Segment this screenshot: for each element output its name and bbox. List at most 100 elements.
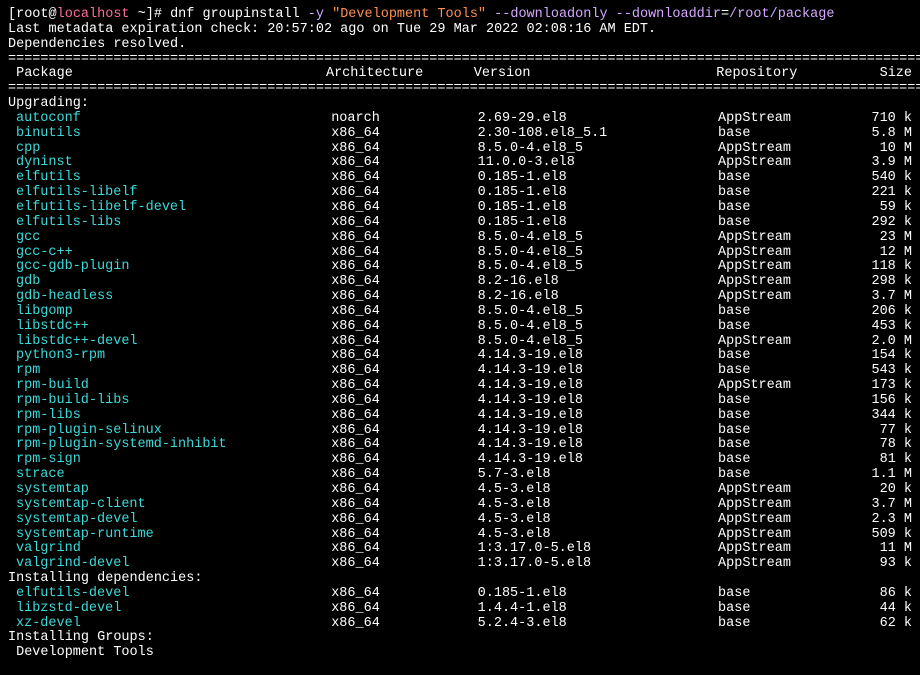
pkg-arch-cell: x86_64 bbox=[331, 171, 477, 186]
package-row: rpm-signx86_644.14.3-19.el8base81 k bbox=[8, 453, 912, 468]
package-row: gdbx86_648.2-16.el8AppStream298 k bbox=[8, 275, 912, 290]
package-row: valgrind-develx86_641:3.17.0-5.el8AppStr… bbox=[8, 557, 912, 572]
pkg-repo-cell: AppStream bbox=[718, 231, 856, 246]
pkg-version-cell: 4.14.3-19.el8 bbox=[478, 349, 718, 364]
pkg-name-cell: rpm-plugin-selinux bbox=[8, 424, 331, 439]
pkg-arch-cell: x86_64 bbox=[331, 305, 477, 320]
pkg-name-cell: elfutils-devel bbox=[8, 587, 331, 602]
prompt-user: root@ bbox=[16, 7, 57, 22]
package-row: rpmx86_644.14.3-19.el8base543 k bbox=[8, 364, 912, 379]
pkg-version-cell: 8.5.0-4.el8_5 bbox=[478, 305, 718, 320]
pkg-arch-cell: x86_64 bbox=[331, 290, 477, 305]
pkg-size-cell: 78 k bbox=[856, 438, 912, 453]
pkg-arch-cell: x86_64 bbox=[331, 335, 477, 350]
package-row: systemtap-develx86_644.5-3.el8AppStream2… bbox=[8, 513, 912, 528]
package-row: libzstd-develx86_641.4.4-1.el8base44 k bbox=[8, 602, 912, 617]
pkg-version-cell: 4.14.3-19.el8 bbox=[478, 379, 718, 394]
package-row: gdb-headlessx86_648.2-16.el8AppStream3.7… bbox=[8, 290, 912, 305]
pkg-name-cell: rpm-build bbox=[8, 379, 331, 394]
pkg-name-cell: elfutils-libelf-devel bbox=[8, 201, 331, 216]
pkg-repo-cell: base bbox=[718, 201, 856, 216]
pkg-repo-cell: base bbox=[718, 617, 856, 632]
pkg-arch-cell: x86_64 bbox=[331, 528, 477, 543]
pkg-size-cell: 77 k bbox=[856, 424, 912, 439]
command-arg: "Development Tools" bbox=[332, 7, 494, 22]
pkg-version-cell: 8.5.0-4.el8_5 bbox=[478, 320, 718, 335]
pkg-arch-cell: x86_64 bbox=[331, 483, 477, 498]
pkg-name-cell: gcc-gdb-plugin bbox=[8, 260, 331, 275]
pkg-version-cell: 8.2-16.el8 bbox=[478, 290, 718, 305]
pkg-size-cell: 2.0 M bbox=[856, 335, 912, 350]
package-row: libgompx86_648.5.0-4.el8_5base206 k bbox=[8, 305, 912, 320]
pkg-size-cell: 3.7 M bbox=[856, 290, 912, 305]
pkg-repo-cell: base bbox=[718, 127, 856, 142]
command-opt-downloaddir: --downloaddir bbox=[616, 7, 721, 22]
pkg-repo-cell: AppStream bbox=[718, 557, 856, 572]
pkg-repo-cell: AppStream bbox=[718, 513, 856, 528]
prompt-path: ~ bbox=[130, 7, 146, 22]
pkg-arch-cell: noarch bbox=[331, 112, 477, 127]
group-dev-tools: Development Tools bbox=[8, 646, 912, 661]
pkg-arch-cell: x86_64 bbox=[331, 216, 477, 231]
pkg-arch-cell: x86_64 bbox=[331, 617, 477, 632]
pkg-arch-cell: x86_64 bbox=[331, 156, 477, 171]
pkg-name-cell: gcc bbox=[8, 231, 331, 246]
pkg-name-cell: gdb-headless bbox=[8, 290, 331, 305]
command-opt-y: -y bbox=[308, 7, 332, 22]
pkg-arch-cell: x86_64 bbox=[331, 438, 477, 453]
pkg-repo-cell: base bbox=[718, 364, 856, 379]
pkg-repo-cell: base bbox=[718, 216, 856, 231]
package-row: systemtap-runtimex86_644.5-3.el8AppStrea… bbox=[8, 528, 912, 543]
pkg-size-cell: 86 k bbox=[856, 587, 912, 602]
pkg-arch-cell: x86_64 bbox=[331, 186, 477, 201]
header-package: Package bbox=[8, 67, 326, 82]
pkg-repo-cell: AppStream bbox=[718, 483, 856, 498]
pkg-version-cell: 5.2.4-3.el8 bbox=[478, 617, 718, 632]
pkg-arch-cell: x86_64 bbox=[331, 364, 477, 379]
header-size: Size bbox=[856, 67, 912, 82]
package-row: elfutilsx86_640.185-1.el8base540 k bbox=[8, 171, 912, 186]
package-row: binutilsx86_642.30-108.el8_5.1base5.8 M bbox=[8, 127, 912, 142]
pkg-version-cell: 2.69-29.el8 bbox=[478, 112, 718, 127]
pkg-repo-cell: base bbox=[718, 320, 856, 335]
package-row: cppx86_648.5.0-4.el8_5AppStream10 M bbox=[8, 142, 912, 157]
pkg-size-cell: 710 k bbox=[856, 112, 912, 127]
pkg-name-cell: cpp bbox=[8, 142, 331, 157]
pkg-version-cell: 1.4.4-1.el8 bbox=[478, 602, 718, 617]
pkg-size-cell: 81 k bbox=[856, 453, 912, 468]
pkg-arch-cell: x86_64 bbox=[331, 498, 477, 513]
pkg-repo-cell: base bbox=[718, 305, 856, 320]
pkg-name-cell: valgrind-devel bbox=[8, 557, 331, 572]
command-name: dnf groupinstall bbox=[170, 7, 308, 22]
pkg-size-cell: 23 M bbox=[856, 231, 912, 246]
pkg-version-cell: 0.185-1.el8 bbox=[478, 216, 718, 231]
pkg-version-cell: 8.5.0-4.el8_5 bbox=[478, 231, 718, 246]
pkg-size-cell: 453 k bbox=[856, 320, 912, 335]
pkg-version-cell: 0.185-1.el8 bbox=[478, 186, 718, 201]
pkg-size-cell: 10 M bbox=[856, 142, 912, 157]
command-opt-downloadonly: --downloadonly bbox=[494, 7, 616, 22]
pkg-size-cell: 156 k bbox=[856, 394, 912, 409]
pkg-version-cell: 0.185-1.el8 bbox=[478, 171, 718, 186]
pkg-version-cell: 1:3.17.0-5.el8 bbox=[478, 542, 718, 557]
package-row: rpm-buildx86_644.14.3-19.el8AppStream173… bbox=[8, 379, 912, 394]
package-row: python3-rpmx86_644.14.3-19.el8base154 k bbox=[8, 349, 912, 364]
pkg-arch-cell: x86_64 bbox=[331, 468, 477, 483]
terminal-output: [root@localhost ~]# dnf groupinstall -y … bbox=[8, 8, 912, 661]
pkg-arch-cell: x86_64 bbox=[331, 513, 477, 528]
pkg-name-cell: systemtap bbox=[8, 483, 331, 498]
pkg-version-cell: 4.5-3.el8 bbox=[478, 528, 718, 543]
divider-bottom: ========================================… bbox=[8, 82, 912, 97]
section-installing-deps: Installing dependencies: bbox=[8, 572, 912, 587]
pkg-arch-cell: x86_64 bbox=[331, 201, 477, 216]
pkg-size-cell: 62 k bbox=[856, 617, 912, 632]
pkg-name-cell: dyninst bbox=[8, 156, 331, 171]
package-row: gcc-c++x86_648.5.0-4.el8_5AppStream12 M bbox=[8, 246, 912, 261]
pkg-version-cell: 11.0.0-3.el8 bbox=[478, 156, 718, 171]
pkg-version-cell: 5.7-3.el8 bbox=[478, 468, 718, 483]
pkg-arch-cell: x86_64 bbox=[331, 409, 477, 424]
pkg-name-cell: gcc-c++ bbox=[8, 246, 331, 261]
pkg-size-cell: 543 k bbox=[856, 364, 912, 379]
pkg-repo-cell: AppStream bbox=[718, 246, 856, 261]
section-installing-groups: Installing Groups: bbox=[8, 631, 912, 646]
